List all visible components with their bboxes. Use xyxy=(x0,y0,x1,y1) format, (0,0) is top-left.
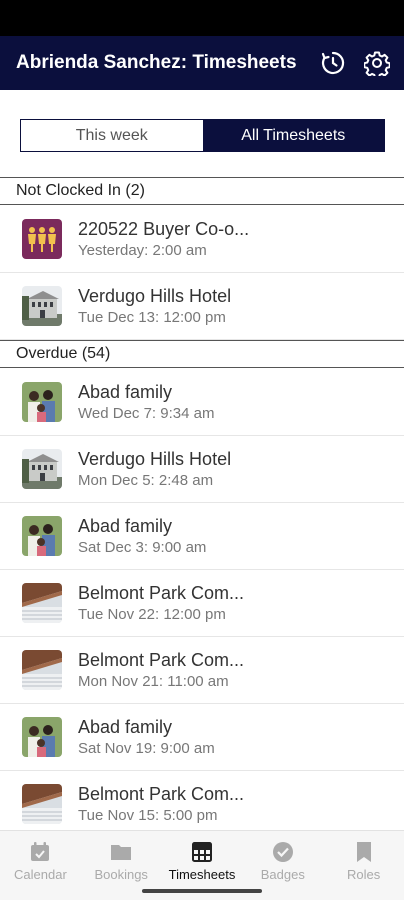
item-date: Yesterday: 2:00 am xyxy=(78,241,207,259)
family-photo xyxy=(22,516,62,556)
list-item[interactable]: 220522 Buyer Co-o... Yesterday: 2:00 am xyxy=(0,206,404,273)
hotel-photo xyxy=(22,449,62,489)
item-date: Tue Nov 15: 5:00 pm xyxy=(78,806,218,824)
item-date: Mon Nov 21: 11:00 am xyxy=(78,672,229,690)
page-title: Abrienda Sanchez: Timesheets xyxy=(16,52,297,73)
section-header-overdue: Overdue (54) xyxy=(0,340,404,368)
list-item[interactable]: Verdugo Hills Hotel Mon Dec 5: 2:48 am xyxy=(0,436,404,503)
family-photo xyxy=(22,717,62,757)
tab-this-week[interactable]: This week xyxy=(21,120,203,151)
gear-icon[interactable] xyxy=(362,48,392,78)
item-title: Belmont Park Com... xyxy=(78,783,245,804)
family-photo xyxy=(22,382,62,422)
nav-bookings[interactable]: Bookings xyxy=(81,831,162,882)
badge-check-icon xyxy=(270,839,296,864)
nav-calendar[interactable]: Calendar xyxy=(0,831,81,882)
list-item[interactable]: Belmont Park Com... Mon Nov 21: 11:00 am xyxy=(0,637,404,704)
list-item[interactable]: Belmont Park Com... Tue Nov 22: 12:00 pm xyxy=(0,570,404,637)
item-title: Abad family xyxy=(78,381,173,402)
item-date: Tue Dec 13: 12:00 pm xyxy=(78,308,226,326)
bookmark-icon xyxy=(351,839,377,864)
list-item[interactable]: Verdugo Hills Hotel Tue Dec 13: 12:00 pm xyxy=(0,273,404,340)
item-title: Verdugo Hills Hotel xyxy=(78,448,232,469)
list-item[interactable]: Abad family Sat Nov 19: 9:00 am xyxy=(0,704,404,771)
nav-timesheets[interactable]: Timesheets xyxy=(162,831,243,882)
list-item[interactable]: Belmont Park Com... Tue Nov 15: 5:00 pm xyxy=(0,771,404,830)
calendar-icon xyxy=(27,839,53,864)
item-title: Verdugo Hills Hotel xyxy=(78,285,232,306)
list-item[interactable]: Abad family Wed Dec 7: 9:34 am xyxy=(0,369,404,436)
status-bar xyxy=(0,0,404,36)
section-header-not-clocked-in: Not Clocked In (2) xyxy=(0,177,404,205)
item-date: Tue Nov 22: 12:00 pm xyxy=(78,605,226,623)
hotel-photo xyxy=(22,286,62,326)
home-indicator[interactable] xyxy=(142,889,262,893)
nav-label: Badges xyxy=(260,867,305,882)
item-title: Belmont Park Com... xyxy=(78,649,245,670)
people-icon xyxy=(22,219,62,259)
building-photo xyxy=(22,583,62,623)
folder-icon xyxy=(108,839,134,864)
timesheet-icon xyxy=(189,839,215,864)
gesture-bar xyxy=(0,882,404,900)
nav-roles[interactable]: Roles xyxy=(323,831,404,882)
list-item[interactable]: Abad family Sat Dec 3: 9:00 am xyxy=(0,503,404,570)
item-title: Abad family xyxy=(78,515,173,536)
item-title: Belmont Park Com... xyxy=(78,582,245,603)
timesheet-filter-segment: This week All Timesheets xyxy=(20,119,385,152)
item-title: Abad family xyxy=(78,716,173,737)
item-date: Sat Nov 19: 9:00 am xyxy=(78,739,215,757)
item-date: Wed Dec 7: 9:34 am xyxy=(78,404,215,422)
nav-badges[interactable]: Badges xyxy=(242,831,323,882)
building-photo xyxy=(22,784,62,824)
history-icon[interactable] xyxy=(318,48,348,78)
item-title: 220522 Buyer Co-o... xyxy=(78,218,250,239)
tab-all-timesheets[interactable]: All Timesheets xyxy=(202,120,384,151)
app-bar: Abrienda Sanchez: Timesheets xyxy=(0,36,404,90)
nav-label: Bookings xyxy=(94,867,148,882)
building-photo xyxy=(22,650,62,690)
bottom-nav: Calendar Bookings Timesheets Badges Role… xyxy=(0,830,404,882)
item-date: Sat Dec 3: 9:00 am xyxy=(78,538,207,556)
nav-label: Timesheets xyxy=(168,867,236,882)
nav-label: Calendar xyxy=(14,867,67,882)
nav-label: Roles xyxy=(346,867,381,882)
timesheet-list: This week All Timesheets Not Clocked In … xyxy=(0,90,404,830)
item-date: Mon Dec 5: 2:48 am xyxy=(78,471,214,489)
